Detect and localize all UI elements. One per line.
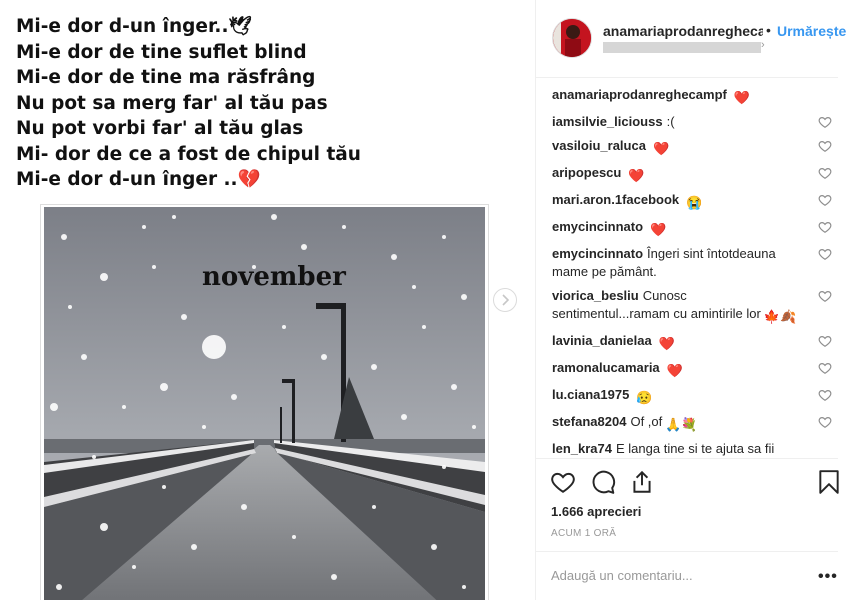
comment-like-heart-icon[interactable] [818, 388, 832, 402]
comment-emoji: 🙏💐 [665, 417, 698, 432]
separator-dot: • [766, 22, 771, 38]
comment-button[interactable] [590, 469, 616, 495]
comment-emoji: ❤️ [733, 90, 751, 105]
chevron-right-icon: › [761, 39, 765, 51]
comment-username[interactable]: lavinia_danielaa [552, 333, 652, 348]
comment-item: vasiloiu_raluca ❤️ [552, 137, 832, 158]
comment-like-heart-icon[interactable] [818, 247, 832, 261]
comment-emoji: ❤️ [650, 222, 667, 237]
comment-username[interactable]: ramonalucamaria [552, 360, 660, 375]
comment-item: mari.aron.1facebook 😭 [552, 191, 832, 212]
poem-line: Mi-e dor de tine suflet blind [16, 41, 307, 63]
comment-item: iamsilvie_liciouss:( [552, 113, 832, 131]
share-button[interactable] [629, 469, 655, 495]
comment-username[interactable]: iamsilvie_liciouss [552, 114, 663, 129]
comment-text: :( [666, 114, 675, 129]
comment-item: len_kra74 E langa tine si te ajuta sa fii [552, 440, 832, 458]
comment-item: anamariaprodanreghecampf ❤️ [552, 86, 832, 107]
post-details-panel: anamariaprodanreghecampf • Urmărește › a… [536, 0, 847, 600]
image-caption: november [202, 262, 346, 292]
comment-item: stefana8204 Of ,of 🙏💐 [552, 413, 832, 434]
comment-username[interactable]: lu.ciana1975 [552, 387, 629, 402]
comment-input[interactable]: Adaugă un comentariu... [551, 568, 693, 583]
comment-username[interactable]: emycincinnato [552, 246, 643, 261]
likes-count[interactable]: 1.666 aprecieri [551, 504, 641, 519]
save-button[interactable] [816, 469, 842, 495]
comment-text: E langa tine si te ajuta sa fii [616, 441, 775, 456]
header-username[interactable]: anamariaprodanreghecampf [603, 23, 763, 39]
comment-text: Of ,of [630, 414, 663, 429]
like-button[interactable] [550, 469, 576, 495]
poem-line: Mi- dor de ce a fost de chipul tău [16, 143, 361, 165]
comment-item: viorica_besliu Cunosc sentimentul...ramam… [552, 287, 832, 326]
comment-emoji: ❤️ [652, 141, 670, 156]
winter-pier-photo: november [44, 207, 485, 600]
comment-like-heart-icon[interactable] [818, 289, 832, 303]
comment-like-heart-icon[interactable] [818, 415, 832, 429]
comment-emoji: ❤️ [628, 168, 645, 183]
avatar[interactable] [552, 18, 592, 58]
comment-username[interactable]: len_kra74 [552, 441, 612, 456]
comment-item: lu.ciana1975 😥 [552, 386, 832, 407]
post-timestamp[interactable]: ACUM 1 ORĂ [551, 528, 616, 539]
comment-like-heart-icon[interactable] [818, 361, 832, 375]
share-icon [633, 470, 651, 493]
comments-list: anamariaprodanreghecampf ❤️ iamsilvie_lici… [552, 86, 832, 458]
comment-item: ramonalucamaria ❤️ [552, 359, 832, 380]
comment-icon [592, 470, 616, 494]
comment-item: emycincinnato ❤️ [552, 218, 832, 239]
comment-like-heart-icon[interactable] [818, 193, 832, 207]
comment-like-heart-icon[interactable] [818, 166, 832, 180]
add-comment-bar: Adaugă un comentariu... ••• [536, 551, 838, 602]
comment-item: emycincinnato Îngeri sint întotdeauna mam… [552, 245, 832, 281]
comment-emoji: 😭 [686, 195, 703, 210]
chevron-right-icon [502, 294, 510, 306]
follow-button[interactable]: Urmărește [777, 23, 846, 39]
bookmark-icon [819, 470, 839, 494]
comment-item: aripopescu ❤️ [552, 164, 832, 185]
comment-like-heart-icon[interactable] [818, 139, 832, 153]
comment-like-heart-icon[interactable] [818, 334, 832, 348]
comment-username[interactable]: viorica_besliu [552, 288, 639, 303]
comment-username[interactable]: stefana8204 [552, 414, 626, 429]
post-image[interactable]: november [40, 204, 489, 600]
next-image-button[interactable] [493, 288, 517, 312]
post-header: anamariaprodanreghecampf • Urmărește › [536, 0, 846, 78]
poem-line: Mi-e dor d-un înger..🕊 [16, 16, 252, 37]
comment-username[interactable]: aripopescu [552, 165, 621, 180]
post-media-area: Mi-e dor d-un înger..🕊 Mi-e dor de tine … [0, 0, 535, 600]
poem-text: Mi-e dor d-un înger..🕊 Mi-e dor de tine … [16, 14, 361, 193]
comment-like-heart-icon[interactable] [818, 115, 832, 129]
poem-line: Mi-e dor d-un înger ..💔 [16, 169, 261, 190]
more-options-button[interactable]: ••• [818, 568, 838, 586]
poem-line: Nu pot sa merg far' al tău pas [16, 92, 328, 114]
comment-username[interactable]: anamariaprodanreghecampf [552, 87, 727, 102]
poem-line: Nu pot vorbi far' al tău glas [16, 118, 304, 139]
comment-like-heart-icon[interactable] [818, 220, 832, 234]
comment-emoji: ❤️ [658, 336, 675, 351]
location-placeholder [603, 42, 761, 53]
comment-username[interactable]: vasiloiu_raluca [552, 138, 646, 153]
comment-username[interactable]: mari.aron.1facebook [552, 192, 679, 207]
poem-line: Mi-e dor de tine ma răsfrâng [16, 67, 316, 88]
comment-emoji: 😥 [636, 390, 653, 405]
comment-item: lavinia_danielaa ❤️ [552, 332, 832, 353]
post-actions: 1.666 aprecieri ACUM 1 ORĂ Adaugă un com… [536, 458, 839, 602]
comment-emoji: ❤️ [666, 363, 683, 378]
heart-icon [551, 472, 575, 493]
comment-username[interactable]: emycincinnato [552, 219, 643, 234]
comment-emoji: 🍁🍂 [763, 309, 797, 324]
